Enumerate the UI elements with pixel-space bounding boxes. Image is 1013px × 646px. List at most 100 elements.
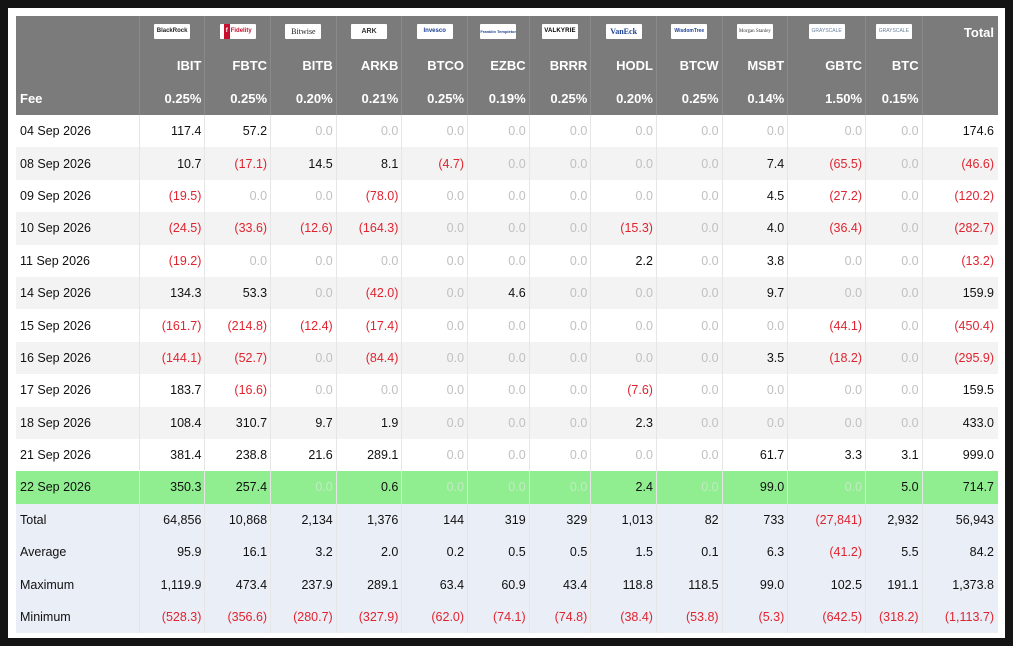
- flow-cell: (164.3): [335, 212, 402, 245]
- fee-cell: 0.19%: [467, 82, 530, 115]
- summary-cell: (528.3): [138, 600, 205, 634]
- ticker-row-label: [16, 49, 140, 82]
- summary-cell: 0.1: [655, 536, 723, 569]
- flow-cell: (27.2): [787, 179, 866, 213]
- flow-cell: 0.0: [467, 374, 530, 407]
- flow-cell: 0.0: [528, 244, 591, 277]
- summary-cell: (280.7): [270, 600, 337, 634]
- row-date: 14 Sep 2026: [16, 276, 140, 310]
- flow-cell: 0.0: [467, 179, 530, 213]
- summary-label: Minimum: [16, 600, 140, 634]
- row-date: 17 Sep 2026: [16, 374, 140, 407]
- issuer-logo-cell: WisdomTree: [655, 16, 723, 49]
- issuer-logo-cell: f Fidelity: [204, 16, 271, 49]
- flow-cell: 21.6: [270, 438, 337, 472]
- ticker-header: BTC: [865, 49, 923, 82]
- fee-cell: 0.15%: [865, 82, 923, 115]
- flow-cell: 0.0: [590, 115, 657, 148]
- flow-cell: 0.0: [401, 471, 468, 504]
- flow-cell: 14.5: [270, 147, 337, 180]
- table-row: 15 Sep 2026 (161.7) (214.8) (12.4) (17.4) 0.0…: [16, 309, 998, 342]
- flow-cell: 4.0: [721, 212, 788, 245]
- summary-total-cell: 84.2: [921, 536, 998, 569]
- summary-cell: 60.9: [467, 568, 530, 601]
- flow-cell: (15.3): [590, 212, 657, 245]
- issuer-logo-cell: GRAYSCALE: [787, 16, 866, 49]
- summary-cell: (74.8): [528, 600, 591, 634]
- summary-cell: 5.5: [865, 536, 923, 569]
- fee-cell: 0.25%: [401, 82, 468, 115]
- flow-cell: 0.0: [655, 309, 723, 342]
- fidelity-logo-text: Fidelity: [230, 27, 252, 34]
- table-body: 04 Sep 2026 117.4 57.2 0.0 0.0 0.0 0.0 0.0 0.0 0.…: [16, 115, 998, 634]
- fee-cell: 0.25%: [204, 82, 271, 115]
- flow-cell: 0.0: [655, 212, 723, 245]
- row-date: 10 Sep 2026: [16, 212, 140, 245]
- flow-cell: 0.0: [467, 147, 530, 180]
- flow-cell: 0.0: [335, 115, 402, 148]
- valkyrie-logo: VALKYRIE: [541, 23, 578, 39]
- summary-cell: 0.5: [467, 536, 530, 569]
- summary-cell: 0.2: [401, 536, 468, 569]
- flow-cell: (78.0): [335, 179, 402, 213]
- row-total-cell: (13.2): [921, 244, 998, 277]
- flow-cell: (42.0): [335, 276, 402, 310]
- summary-cell: 289.1: [335, 568, 402, 601]
- flow-cell: 0.0: [401, 115, 468, 148]
- summary-cell: 1.5: [590, 536, 657, 569]
- summary-cell: 6.3: [721, 536, 788, 569]
- row-total-cell: (450.4): [921, 309, 998, 342]
- flow-cell: 0.0: [655, 341, 723, 375]
- flow-cell: 0.0: [865, 115, 923, 148]
- flow-cell: (65.5): [787, 147, 866, 180]
- flow-cell: 0.0: [467, 115, 530, 148]
- flow-cell: (4.7): [401, 147, 468, 180]
- etf-flows-table: BlackRock f Fidelity Bitwise ARK Invesco …: [16, 16, 998, 634]
- flow-cell: 0.0: [865, 212, 923, 245]
- flow-cell: 0.0: [528, 212, 591, 245]
- flow-cell: 0.0: [865, 276, 923, 310]
- summary-row: Minimum (528.3) (356.6) (280.7) (327.9) (62.0…: [16, 600, 998, 634]
- summary-cell: 1,013: [590, 503, 657, 537]
- table-row: 21 Sep 2026 381.4 238.8 21.6 289.1 0.0 0.0 0.0 0…: [16, 438, 998, 472]
- flow-cell: 0.0: [865, 341, 923, 375]
- flow-cell: 183.7: [138, 374, 205, 407]
- summary-row: Average 95.9 16.1 3.2 2.0 0.2 0.5 0.5 1.5 0.1 6.3(…: [16, 536, 998, 569]
- flow-cell: 3.1: [865, 438, 923, 472]
- flow-cell: 2.2: [590, 244, 657, 277]
- flow-cell: 0.0: [528, 374, 591, 407]
- summary-cell: 0.5: [528, 536, 591, 569]
- flow-cell: 0.0: [401, 212, 468, 245]
- summary-cell: (38.4): [590, 600, 657, 634]
- flow-cell: 0.0: [590, 276, 657, 310]
- flow-cell: 0.0: [467, 438, 530, 472]
- summary-cell: 144: [401, 503, 468, 537]
- flow-cell: 0.0: [865, 244, 923, 277]
- flow-cell: 0.0: [270, 276, 337, 310]
- blackrock-logo: BlackRock: [154, 23, 191, 39]
- flow-cell: 0.0: [401, 276, 468, 310]
- summary-cell: (74.1): [467, 600, 530, 634]
- flow-cell: (161.7): [138, 309, 205, 342]
- table-row: 22 Sep 2026 350.3 257.4 0.0 0.6 0.0 0.0 0.0 2.4 0…: [16, 471, 998, 504]
- flow-cell: (84.4): [335, 341, 402, 375]
- morgan-stanley-logo: Morgan Stanley: [736, 23, 773, 39]
- summary-label: Maximum: [16, 568, 140, 601]
- flow-cell: (33.6): [204, 212, 271, 245]
- flow-cell: 0.0: [467, 212, 530, 245]
- flow-cell: 0.0: [401, 406, 468, 439]
- flow-cell: 61.7: [721, 438, 788, 472]
- row-total-cell: 999.0: [921, 438, 998, 472]
- table-frame: BlackRock f Fidelity Bitwise ARK Invesco …: [8, 8, 1005, 638]
- summary-cell: 3.2: [270, 536, 337, 569]
- table-row: 10 Sep 2026 (24.5) (33.6) (12.6) (164.3) 0.0 0…: [16, 212, 998, 245]
- summary-cell: 102.5: [787, 568, 866, 601]
- flow-cell: 9.7: [721, 276, 788, 310]
- summary-cell: 2,134: [270, 503, 337, 537]
- issuer-logo-cell: VanEck: [590, 16, 657, 49]
- flow-cell: 0.0: [467, 244, 530, 277]
- fee-cell: 0.25%: [655, 82, 723, 115]
- row-total-cell: (46.6): [921, 147, 998, 180]
- bitwise-logo: Bitwise: [285, 23, 322, 39]
- fee-row-label: Fee: [16, 82, 140, 115]
